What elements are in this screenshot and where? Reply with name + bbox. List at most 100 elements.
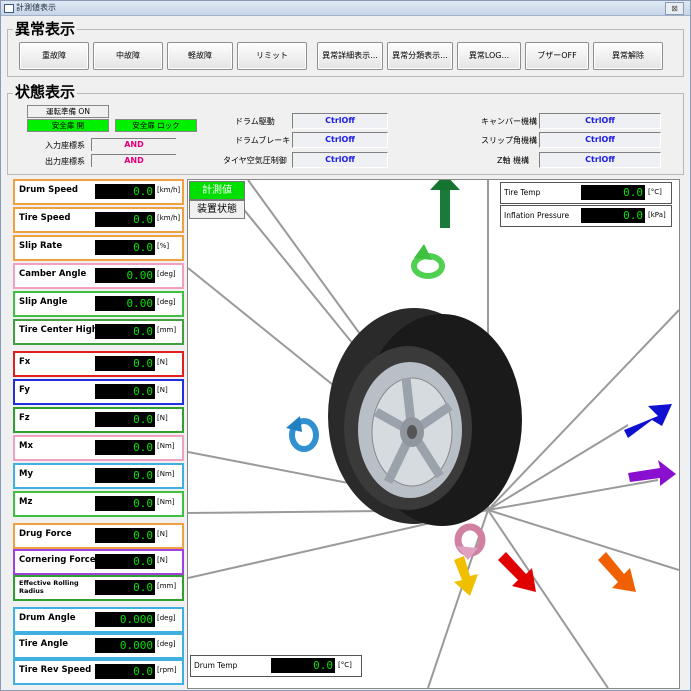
inflation-pressure-label: Inflation Pressure: [504, 211, 570, 220]
monitor-value: 0.000: [95, 612, 155, 627]
monitor-unit: [N]: [157, 530, 168, 538]
monitor-value: 0.0: [95, 324, 155, 339]
output-coord-value: AND: [91, 154, 176, 167]
drum-temp-label: Drum Temp: [194, 661, 238, 670]
slip-arrow: [454, 556, 478, 596]
tab-device-status[interactable]: 装置状態: [189, 200, 245, 219]
monitor-unit: [%]: [157, 242, 170, 250]
monitor-label: Drum Angle: [19, 613, 76, 623]
monitor-value: 0.000: [95, 638, 155, 653]
monitor-unit: [deg]: [157, 640, 176, 648]
monitor-value: 0.0: [95, 212, 155, 227]
monitor-label: Effective Rolling Radius: [19, 579, 79, 595]
alarm-group-title: 異常表示: [13, 18, 78, 39]
monitor-row: My 0.0 [Nm]: [13, 463, 184, 489]
monitor-value: 0.0: [95, 440, 155, 455]
ready-indicator: 運転準備 ON: [27, 105, 109, 118]
limit-button[interactable]: リミット: [237, 42, 307, 70]
fz-arrow: [430, 180, 460, 228]
tab-measured-values[interactable]: 計測値: [189, 181, 245, 200]
monitor-value: 0.0: [95, 184, 155, 199]
status-group-title: 状態表示: [13, 81, 78, 102]
monitor-row: Mz 0.0 [Nm]: [13, 491, 184, 517]
monitor-unit: [rpm]: [157, 666, 177, 674]
monitor-label: Drum Speed: [19, 185, 78, 195]
monitor-unit: [deg]: [157, 298, 176, 306]
mx-rotation-icon: [454, 523, 486, 560]
monitor-row: Fy 0.0 [N]: [13, 379, 184, 405]
monitor-unit: [deg]: [157, 270, 176, 278]
monitor-row: Effective Rolling Radius 0.0 [mm]: [13, 575, 184, 601]
pressure-control-status: CtrlOff: [292, 152, 388, 168]
monitor-value: 0.0: [95, 384, 155, 399]
monitor-row: Slip Rate 0.0 [%]: [13, 235, 184, 261]
monitor-unit: [N]: [157, 414, 168, 422]
medium-fault-button[interactable]: 中故障: [93, 42, 163, 70]
measurement-window: 計測値表示 ⊠ 異常表示 重故障 中故障 軽故障 リミット 異常詳細表示... …: [0, 0, 691, 691]
monitor-value: 0.0: [95, 664, 155, 679]
monitor-unit: [mm]: [157, 326, 177, 334]
monitor-row: Fx 0.0 [N]: [13, 351, 184, 377]
monitor-unit: [Nm]: [157, 470, 175, 478]
monitor-row: Mx 0.0 [Nm]: [13, 435, 184, 461]
inflation-pressure-box: Inflation Pressure 0.0 [kPa]: [500, 205, 672, 227]
monitor-label: Mz: [19, 497, 33, 507]
monitor-row: Tire Center Hight 0.0 [mm]: [13, 319, 184, 345]
tire-temp-label: Tire Temp: [504, 188, 541, 197]
camber-mech-label: キャンバー機構: [481, 117, 537, 126]
monitor-unit: [Nm]: [157, 442, 175, 450]
monitor-unit: [km/h]: [157, 214, 181, 222]
alarm-detail-button[interactable]: 異常詳細表示...: [317, 42, 383, 70]
monitor-row: Fz 0.0 [N]: [13, 407, 184, 433]
monitor-value: 0.0: [95, 356, 155, 371]
monitor-label: Fx: [19, 357, 31, 367]
z-axis-mech-status: CtrlOff: [539, 152, 661, 168]
monitor-row: Drug Force 0.0 [N]: [13, 523, 184, 549]
monitor-row: Tire Angle 0.000 [deg]: [13, 633, 184, 659]
input-coord-label: 入力座標系: [45, 141, 85, 150]
tire-illustration: [328, 308, 522, 526]
mx-arrow: [628, 460, 676, 486]
monitor-value: 0.0: [95, 468, 155, 483]
monitor-value: 0.0: [95, 496, 155, 511]
light-fault-button[interactable]: 軽故障: [167, 42, 233, 70]
drum-temp-box: Drum Temp 0.0 [°C]: [190, 655, 362, 677]
monitor-row: Tire Speed 0.0 [km/h]: [13, 207, 184, 233]
monitor-value: 0.0: [95, 412, 155, 427]
buzzer-off-button[interactable]: ブザーOFF: [525, 42, 589, 70]
monitor-row: Tire Rev Speed 0.0 [rpm]: [13, 659, 184, 685]
output-coord-label: 出力座標系: [45, 157, 85, 166]
inflation-pressure-value: 0.0: [581, 208, 645, 223]
alarm-log-button[interactable]: 異常LOG...: [457, 42, 521, 70]
monitor-value: 0.0: [95, 240, 155, 255]
alarm-reset-button[interactable]: 異常解除: [593, 42, 663, 70]
drum-brake-label: ドラムブレーキ: [235, 136, 291, 145]
monitor-row: Slip Angle 0.00 [deg]: [13, 291, 184, 317]
monitor-value: 0.0: [95, 580, 155, 595]
monitor-row: Cornering Force 0.0 [N]: [13, 549, 184, 575]
monitor-label: Fy: [19, 385, 30, 395]
z-axis-mech-label: Z軸 機構: [497, 156, 530, 165]
monitor-value: 0.00: [95, 268, 155, 283]
monitor-label: Tire Speed: [19, 213, 71, 223]
monitor-label: Slip Angle: [19, 297, 68, 307]
heavy-fault-button[interactable]: 重故障: [19, 42, 89, 70]
door-lock-indicator: 安全扉 ロック: [115, 119, 197, 132]
slip-mech-label: スリップ角機構: [481, 136, 537, 145]
monitor-unit: [mm]: [157, 582, 177, 590]
monitor-unit: [Nm]: [157, 498, 175, 506]
tire-temp-unit: [°C]: [648, 188, 662, 196]
window-icon: [4, 4, 14, 13]
monitor-label: Tire Rev Speed: [19, 665, 92, 675]
monitor-label: Cornering Force: [19, 555, 96, 565]
close-button[interactable]: ⊠: [665, 2, 684, 15]
tire-temp-value: 0.0: [581, 185, 645, 200]
drum-drive-label: ドラム駆動: [235, 117, 275, 126]
fx-arrow: [498, 552, 536, 592]
monitor-label: Fz: [19, 413, 30, 423]
monitor-label: Camber Angle: [19, 269, 87, 279]
monitor-value: 0.0: [95, 528, 155, 543]
tire-temp-box: Tire Temp 0.0 [°C]: [500, 182, 672, 204]
fy-arrow: [624, 404, 672, 438]
alarm-category-button[interactable]: 異常分類表示...: [387, 42, 453, 70]
